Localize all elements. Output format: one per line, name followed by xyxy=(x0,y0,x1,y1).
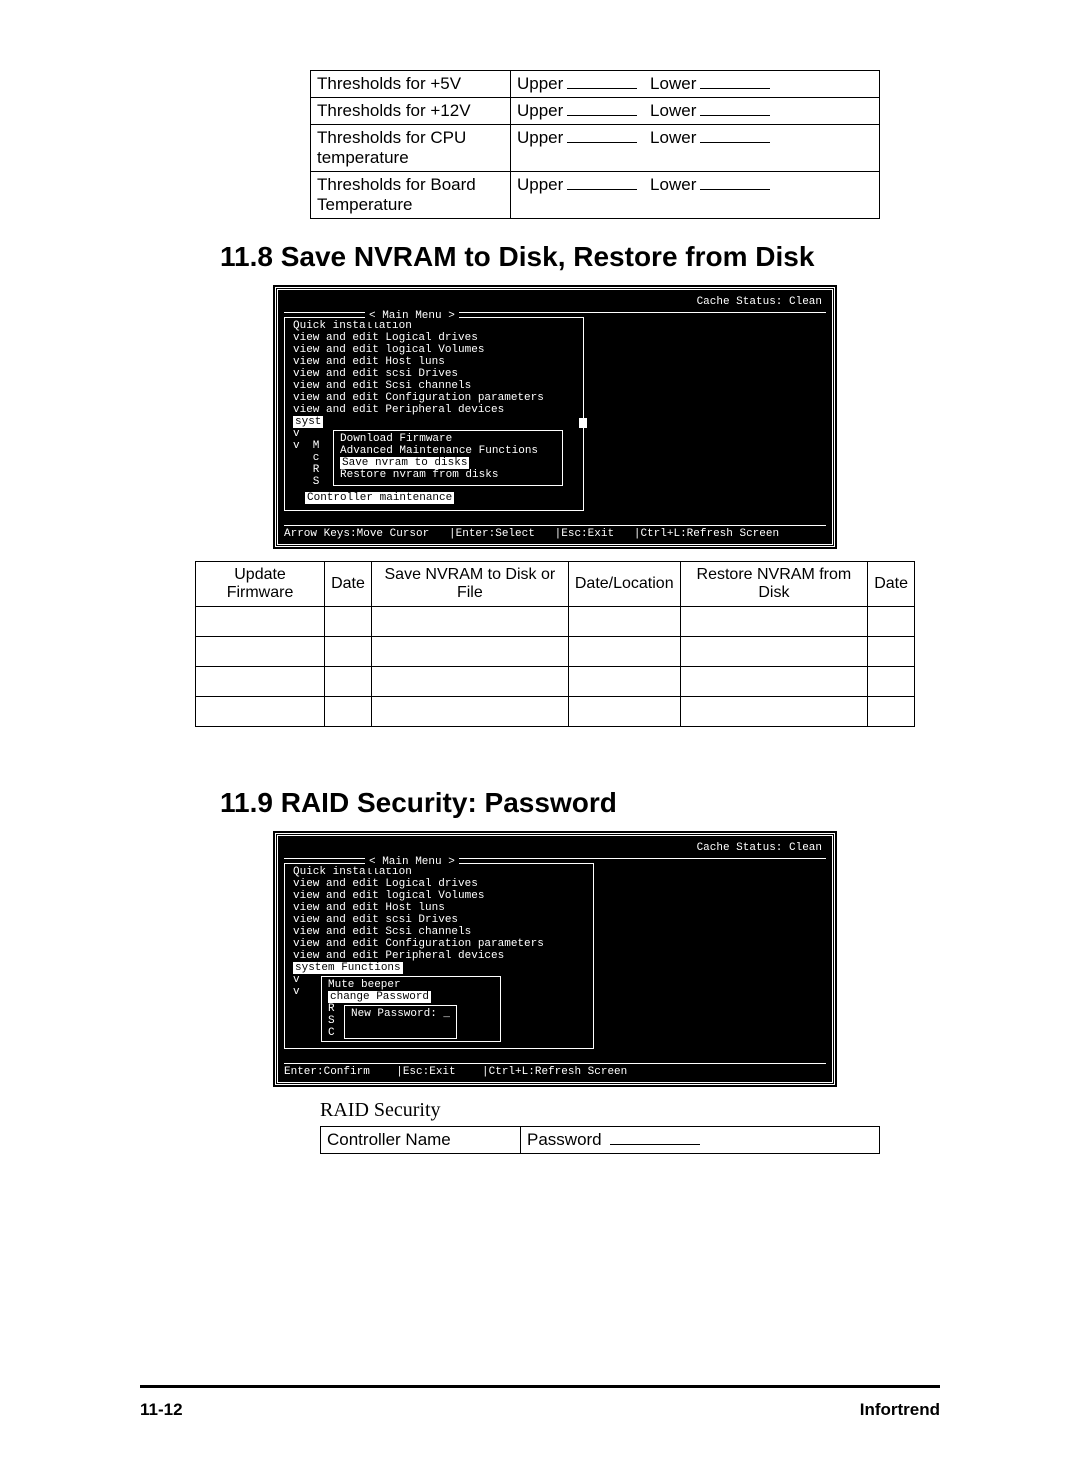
lower-label: Lower xyxy=(650,128,696,147)
menu-item: view and edit Scsi channels xyxy=(293,926,587,938)
submenu-box: Download Firmware Advanced Maintenance F… xyxy=(333,430,563,486)
menu-item: view and edit Host luns xyxy=(293,356,577,368)
thresh-values: Upper Lower xyxy=(511,125,880,172)
password-cell: Password xyxy=(521,1127,880,1154)
main-menu-box: < Main Menu > Quick installation view an… xyxy=(284,317,584,511)
cache-status: Cache Status: Clean xyxy=(284,296,826,308)
nvram-log-table: Update Firmware Date Save NVRAM to Disk … xyxy=(195,561,915,727)
side-letters: R S C xyxy=(328,1003,344,1039)
main-menu-box: < Main Menu > Quick installation view an… xyxy=(284,863,594,1049)
submenu-item: Advanced Maintenance Functions xyxy=(340,445,556,457)
page-number: 11-12 xyxy=(140,1400,183,1420)
upper-label: Upper xyxy=(517,175,563,194)
submenu-item-selected: change Password xyxy=(328,991,431,1003)
terminal-screenshot-2: Cache Status: Clean < Main Menu > Quick … xyxy=(275,833,835,1085)
lower-label: Lower xyxy=(650,101,696,120)
thresholds-table: Thresholds for +5V Upper Lower Threshold… xyxy=(310,70,880,219)
table-row xyxy=(196,667,915,697)
submenu-item-selected: Save nvram to disks xyxy=(340,457,469,469)
menu-item: view and edit scsi Drives xyxy=(293,914,587,926)
submenu-item: Restore nvram from disks xyxy=(340,469,556,481)
thresh-values: Upper Lower xyxy=(511,71,880,98)
raid-security-table: Controller Name Password xyxy=(320,1126,880,1154)
thresh-values: Upper Lower xyxy=(511,172,880,219)
controller-name-label: Controller Name xyxy=(321,1127,521,1154)
password-label: Password xyxy=(527,1130,602,1149)
side-letters: v v M c R S xyxy=(293,428,321,488)
upper-label: Upper xyxy=(517,101,563,120)
menu-item: view and edit Peripheral devices xyxy=(293,404,577,416)
side-letters: v v xyxy=(293,974,309,1044)
submenu-item: Mute beeper xyxy=(328,979,494,991)
thresh-label: Thresholds for CPU temperature xyxy=(311,125,511,172)
thresh-label: Thresholds for +5V xyxy=(311,71,511,98)
menu-item: view and edit Configuration parameters xyxy=(293,938,587,950)
log-col-header: Date xyxy=(325,562,372,607)
menu-item: view and edit logical Volumes xyxy=(293,890,587,902)
main-menu-title: < Main Menu > xyxy=(365,856,459,868)
submenu-item: Download Firmware xyxy=(340,433,556,445)
syst-highlight: syst xyxy=(293,416,323,428)
footer-rule xyxy=(140,1385,940,1388)
thresh-label: Thresholds for +12V xyxy=(311,98,511,125)
controller-maintenance: Controller maintenance xyxy=(305,492,454,504)
menu-item: view and edit Peripheral devices xyxy=(293,950,587,962)
help-bar: Enter:Confirm |Esc:Exit |Ctrl+L:Refresh … xyxy=(284,1063,826,1078)
log-col-header: Save NVRAM to Disk or File xyxy=(371,562,568,607)
new-password-prompt: New Password: _ xyxy=(351,1008,450,1020)
page-footer: 11-12 Infortrend xyxy=(140,1400,940,1420)
cache-status: Cache Status: Clean xyxy=(284,842,826,854)
upper-label: Upper xyxy=(517,74,563,93)
menu-item: view and edit logical Volumes xyxy=(293,344,577,356)
log-col-header: Date xyxy=(868,562,915,607)
help-bar: Arrow Keys:Move Cursor |Enter:Select |Es… xyxy=(284,525,826,540)
section-118-heading: 11.8 Save NVRAM to Disk, Restore from Di… xyxy=(220,241,970,273)
menu-item: view and edit Logical drives xyxy=(293,878,587,890)
scrollbar-block-icon xyxy=(579,418,587,428)
table-row xyxy=(196,637,915,667)
terminal-screenshot-1: Cache Status: Clean < Main Menu > Quick … xyxy=(275,287,835,547)
menu-item: view and edit Host luns xyxy=(293,902,587,914)
menu-item: view and edit Configuration parameters xyxy=(293,392,577,404)
log-col-header: Update Firmware xyxy=(196,562,325,607)
thresh-label: Thresholds for Board Temperature xyxy=(311,172,511,219)
new-password-box: New Password: _ xyxy=(344,1005,457,1039)
table-row xyxy=(196,697,915,727)
upper-label: Upper xyxy=(517,128,563,147)
log-col-header: Restore NVRAM from Disk xyxy=(680,562,868,607)
lower-label: Lower xyxy=(650,74,696,93)
thresh-values: Upper Lower xyxy=(511,98,880,125)
menu-item: view and edit Scsi channels xyxy=(293,380,577,392)
submenu-box: Mute beeper change Password R S C New Pa… xyxy=(321,976,501,1042)
menu-item: view and edit scsi Drives xyxy=(293,368,577,380)
table-row xyxy=(196,607,915,637)
menu-item: view and edit Logical drives xyxy=(293,332,577,344)
system-functions-highlight: system Functions xyxy=(293,962,403,974)
main-menu-title: < Main Menu > xyxy=(365,310,459,322)
log-col-header: Date/Location xyxy=(568,562,680,607)
raid-security-caption: RAID Security xyxy=(320,1099,970,1122)
brand-name: Infortrend xyxy=(860,1400,940,1420)
lower-label: Lower xyxy=(650,175,696,194)
section-119-heading: 11.9 RAID Security: Password xyxy=(220,787,970,819)
